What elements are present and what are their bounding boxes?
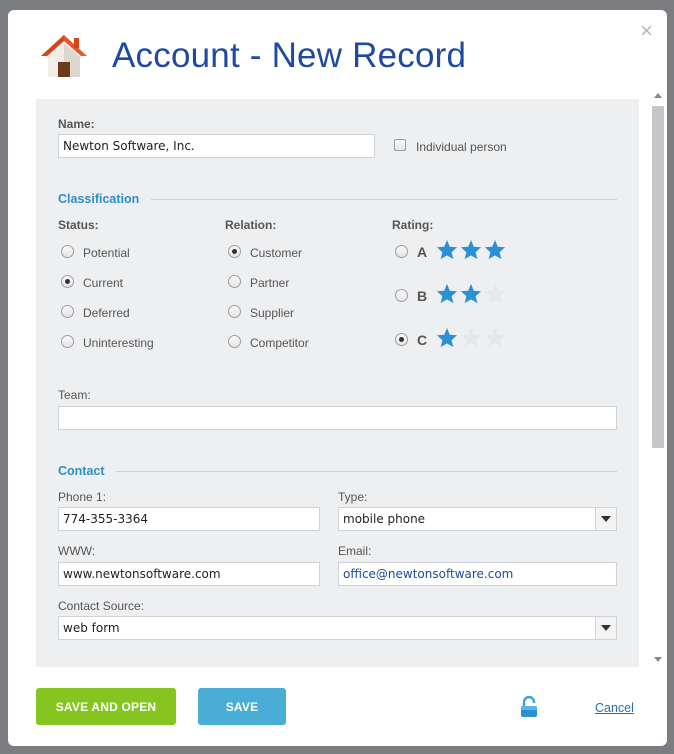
status-option-label: Deferred xyxy=(83,306,130,320)
star-icon xyxy=(436,239,458,260)
star-icon xyxy=(460,239,482,260)
scroll-up-icon[interactable] xyxy=(654,93,662,98)
status-option-label: Uninteresting xyxy=(83,336,154,350)
www-input[interactable]: www.newtonsoftware.com xyxy=(58,562,320,586)
star-icon xyxy=(436,283,458,304)
scrollbar-thumb[interactable] xyxy=(652,106,664,448)
rating-letter: C xyxy=(417,332,428,348)
relation-option-label: Supplier xyxy=(250,306,295,320)
rating-radio-b[interactable] xyxy=(395,289,408,302)
rating-letter: A xyxy=(417,244,428,260)
form-scrollbar[interactable] xyxy=(651,90,665,666)
page-title: Account - New Record xyxy=(112,36,467,75)
home-icon xyxy=(41,35,87,77)
status-radio-deferred[interactable] xyxy=(61,305,74,318)
status-option-label: Current xyxy=(83,276,124,290)
email-input[interactable]: office@newtonsoftware.com xyxy=(338,562,617,586)
contact-source-value: web form xyxy=(63,621,120,635)
relation-label: Relation: xyxy=(225,218,277,232)
rating-label: Rating: xyxy=(392,218,434,232)
classification-section-title: Classification xyxy=(58,192,140,206)
form-panel: Name: Newton Software, Inc. Individual p… xyxy=(36,99,639,667)
relation-option-label: Competitor xyxy=(250,336,309,350)
phone1-input[interactable]: 774-355-3364 xyxy=(58,507,320,531)
save-button[interactable]: SAVE xyxy=(198,688,286,725)
phone1-label: Phone 1: xyxy=(58,490,107,504)
status-radio-uninteresting[interactable] xyxy=(61,335,74,348)
status-radio-potential[interactable] xyxy=(61,245,74,258)
contact-source-label: Contact Source: xyxy=(58,599,145,613)
section-divider xyxy=(116,471,617,472)
status-option-label: Potential xyxy=(83,246,130,260)
relation-radio-partner[interactable] xyxy=(228,275,241,288)
email-label: Email: xyxy=(338,544,372,558)
type-label: Type: xyxy=(338,490,368,504)
status-label: Status: xyxy=(58,218,99,232)
relation-radio-supplier[interactable] xyxy=(228,305,241,318)
close-icon[interactable]: × xyxy=(640,20,653,42)
team-label: Team: xyxy=(58,388,91,402)
star-icon xyxy=(460,327,482,348)
team-select[interactable] xyxy=(58,406,617,430)
type-select-value: mobile phone xyxy=(343,512,426,526)
save-and-open-button[interactable]: SAVE AND OPEN xyxy=(36,688,176,725)
rating-radio-a[interactable] xyxy=(395,245,408,258)
account-dialog: × Account - New Record Name: Newton Soft… xyxy=(8,10,667,746)
status-radio-current[interactable] xyxy=(61,275,74,288)
rating-letter: B xyxy=(417,288,428,304)
scroll-down-icon[interactable] xyxy=(654,657,662,662)
relation-option-label: Partner xyxy=(250,276,290,290)
star-icon xyxy=(484,239,506,260)
individual-person-label: Individual person xyxy=(416,140,507,154)
relation-radio-competitor[interactable] xyxy=(228,335,241,348)
rating-radio-c[interactable] xyxy=(395,333,408,346)
dialog-header: Account - New Record xyxy=(38,30,466,82)
contact-section-title: Contact xyxy=(58,464,105,478)
name-input[interactable]: Newton Software, Inc. xyxy=(58,134,375,158)
unlocked-padlock-icon[interactable] xyxy=(519,696,539,718)
www-label: WWW: xyxy=(58,544,96,558)
chevron-down-icon[interactable] xyxy=(595,617,616,639)
section-divider xyxy=(151,199,617,200)
type-select[interactable]: mobile phone xyxy=(338,507,617,531)
star-icon xyxy=(436,327,458,348)
star-icon xyxy=(484,327,506,348)
chevron-down-icon[interactable] xyxy=(595,508,616,530)
name-label: Name: xyxy=(58,117,95,131)
individual-person-checkbox[interactable] xyxy=(394,139,406,151)
relation-option-label: Customer xyxy=(250,246,303,260)
cancel-link[interactable]: Cancel xyxy=(595,701,634,715)
star-icon xyxy=(484,283,506,304)
star-icon xyxy=(460,283,482,304)
relation-radio-customer[interactable] xyxy=(228,245,241,258)
contact-source-select[interactable]: web form xyxy=(58,616,617,640)
